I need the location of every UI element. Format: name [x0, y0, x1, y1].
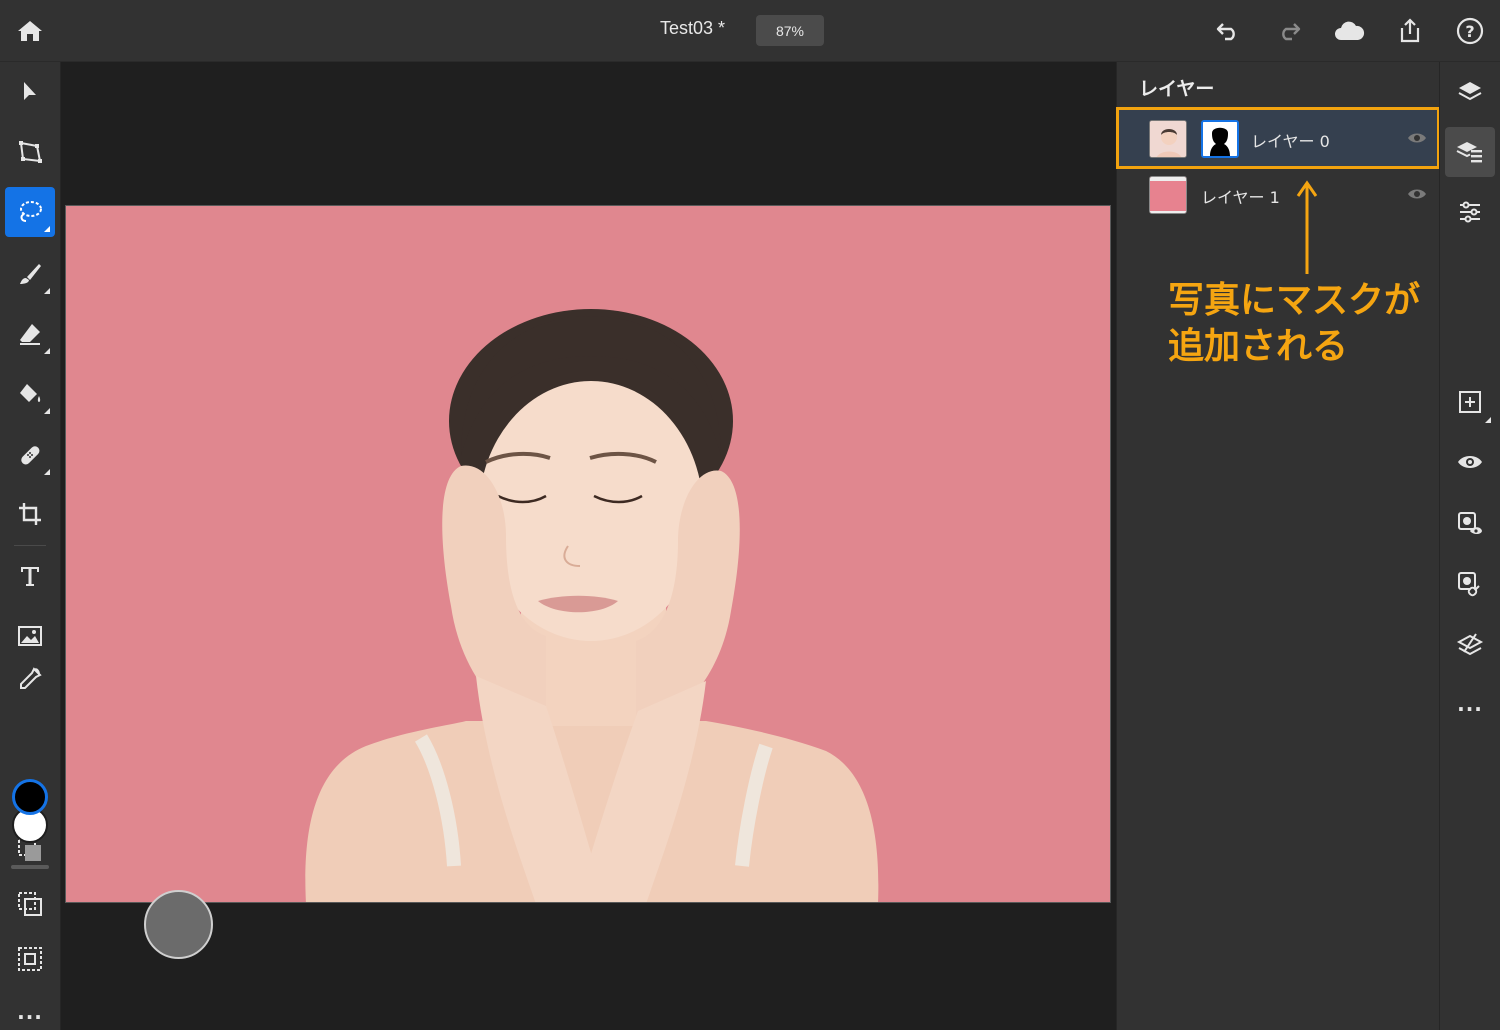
- select-tool[interactable]: [5, 67, 55, 117]
- document-title: Test03 *: [660, 18, 726, 38]
- layer-thumbnail: [1149, 176, 1187, 214]
- layers-panel-title: レイヤー: [1139, 78, 1215, 100]
- zoom-level[interactable]: 87%: [756, 15, 824, 46]
- share-icon[interactable]: [1392, 13, 1428, 49]
- layer-row-1[interactable]: レイヤー 1: [1119, 166, 1437, 222]
- layer-properties-icon[interactable]: [1445, 127, 1495, 177]
- eyedropper-tool[interactable]: [5, 654, 55, 704]
- crop-icon: [19, 503, 41, 525]
- invert-selection-icon: [18, 892, 42, 916]
- brush-tool[interactable]: [5, 249, 55, 299]
- fill-tool[interactable]: [5, 369, 55, 419]
- adjustments-icon[interactable]: [1445, 187, 1495, 237]
- brush-icon: [20, 264, 41, 284]
- right-tool-strip: ...: [1439, 62, 1500, 1030]
- invert-selection-tool[interactable]: [5, 879, 55, 929]
- transform-tool[interactable]: [5, 127, 55, 177]
- eraser-tool[interactable]: [5, 309, 55, 359]
- layers-icon[interactable]: [1445, 67, 1495, 117]
- eye-icon[interactable]: [1407, 130, 1427, 149]
- layer-mask-thumbnail[interactable]: [1201, 120, 1239, 158]
- more-tools-button[interactable]: ...: [5, 987, 55, 1030]
- annotation-arrow-icon: [1296, 180, 1318, 280]
- annotation-line-2: 追加される: [1168, 326, 1349, 367]
- deselect-icon: [18, 947, 42, 971]
- top-bar: Test03 * 87% ?: [0, 0, 1500, 62]
- deselect-tool[interactable]: [5, 934, 55, 984]
- layer-row-0[interactable]: レイヤー 0: [1116, 107, 1440, 169]
- link-mask-icon[interactable]: [1445, 559, 1495, 609]
- add-layer-icon[interactable]: [1445, 377, 1495, 427]
- home-icon[interactable]: [12, 13, 48, 49]
- touch-shortcut-button[interactable]: [144, 890, 213, 959]
- more-icon: ...: [1457, 692, 1483, 716]
- more-icon: ...: [17, 1000, 43, 1024]
- undo-icon[interactable]: [1210, 13, 1246, 49]
- help-icon[interactable]: ?: [1452, 13, 1488, 49]
- visibility-icon[interactable]: [1445, 437, 1495, 487]
- crop-tool[interactable]: [5, 489, 55, 539]
- paint-bucket-icon: [20, 384, 41, 402]
- layers-panel: レイヤー レイヤー 0 レイヤー 1: [1116, 62, 1440, 1030]
- mask-visibility-icon[interactable]: [1445, 499, 1495, 549]
- clear-layer-icon[interactable]: [1445, 620, 1495, 670]
- transform-icon: [19, 141, 42, 163]
- woman-portrait-image: [305, 309, 879, 902]
- annotation-line-1: 写真にマスクが: [1168, 280, 1421, 321]
- image-icon: [18, 626, 42, 646]
- annotation-text: 写真にマスクが 追加される: [1168, 278, 1448, 370]
- arrow-pointer-icon: [24, 82, 36, 100]
- type-icon: [21, 567, 39, 586]
- lasso-icon: [20, 201, 42, 222]
- redo-icon[interactable]: [1271, 13, 1307, 49]
- layer-name: レイヤー 1: [1201, 188, 1280, 207]
- more-options-button[interactable]: ...: [1445, 679, 1495, 729]
- foreground-color-swatch[interactable]: [12, 779, 48, 815]
- eye-icon[interactable]: [1407, 186, 1427, 205]
- type-tool[interactable]: [5, 551, 55, 601]
- eyedropper-icon: [20, 667, 42, 689]
- eraser-icon: [20, 324, 40, 345]
- left-toolbar: ...: [0, 62, 61, 1030]
- layer-thumbnail: [1149, 120, 1187, 158]
- lasso-tool[interactable]: [5, 187, 55, 237]
- bandage-icon: [21, 446, 40, 465]
- document-canvas[interactable]: [65, 205, 1111, 903]
- layer-name: レイヤー 0: [1251, 132, 1330, 151]
- healing-tool[interactable]: [5, 430, 55, 480]
- cloud-icon[interactable]: [1331, 13, 1367, 49]
- svg-text:?: ?: [1465, 22, 1474, 41]
